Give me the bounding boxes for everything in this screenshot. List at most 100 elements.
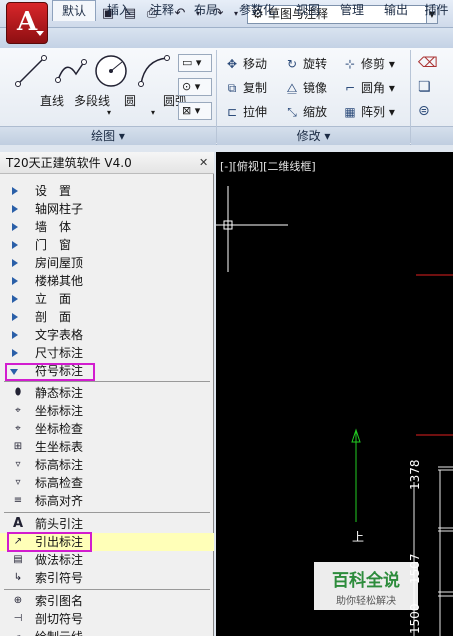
- copy-icon: ⧉: [227, 81, 237, 95]
- tab-manage[interactable]: 管理: [332, 0, 372, 20]
- arc-button[interactable]: 圆弧 ▾: [135, 52, 187, 124]
- tab-output[interactable]: 输出: [376, 0, 416, 20]
- tab-layout[interactable]: 布局: [186, 0, 226, 20]
- item-label: 标高对齐: [35, 494, 84, 508]
- ucs-y-label: 上: [352, 530, 365, 544]
- category-label: 文字表格: [35, 328, 84, 342]
- coordinate-table-icon: ⊞: [13, 441, 23, 452]
- item-label: 坐标检查: [35, 422, 84, 436]
- item-label: 箭头引注: [35, 517, 84, 531]
- item-elevation-align[interactable]: ≡ 标高对齐: [0, 492, 214, 510]
- item-coordinate-annotation[interactable]: ⌖ 坐标标注: [0, 402, 214, 420]
- category-label: 设 置: [35, 184, 72, 198]
- draw-panel-footer[interactable]: 绘图 ▾: [0, 126, 216, 145]
- category-label: 轴网柱子: [35, 202, 84, 216]
- tab-annotate[interactable]: 注释: [142, 0, 182, 20]
- viewport-controls[interactable]: [-][俯视][二维线框]: [220, 158, 316, 174]
- item-label: 标高检查: [35, 476, 84, 490]
- rotate-icon: ↻: [286, 57, 298, 71]
- modify-panel-footer[interactable]: 修改 ▾: [217, 126, 410, 145]
- item-arrow-leader[interactable]: A 箭头引注: [0, 515, 214, 533]
- region-icon: ⊠: [182, 104, 192, 117]
- item-elevation-check[interactable]: ▿ 标高检查: [0, 474, 214, 492]
- chevron-right-icon: [12, 295, 18, 303]
- fillet-icon: ⌐: [344, 81, 356, 95]
- tab-plugins[interactable]: 插件: [420, 0, 453, 20]
- item-section-symbol[interactable]: ⊣ 剖切符号: [0, 610, 214, 628]
- circle-button[interactable]: 圆 ▾: [92, 52, 136, 124]
- stretch-icon: ⊏: [226, 105, 238, 119]
- category-door-window[interactable]: 门 窗: [0, 236, 214, 254]
- erase-icon[interactable]: ⌫: [418, 55, 438, 71]
- coordinate-icon: ⌖: [15, 405, 21, 416]
- category-text-table[interactable]: 文字表格: [0, 326, 214, 344]
- index-drawing-icon: ⊕: [13, 595, 23, 606]
- array-label: 阵列: [361, 105, 386, 119]
- index-symbol-icon: ↳: [13, 572, 23, 583]
- stretch-button[interactable]: ⊏ 拉伸: [224, 101, 267, 123]
- section-symbol-icon: ⊣: [13, 613, 23, 624]
- category-room-roof[interactable]: 房间屋顶: [0, 254, 214, 272]
- region-button[interactable]: ⊠ ▾: [178, 102, 212, 120]
- move-button[interactable]: ✥ 移动: [224, 53, 267, 75]
- highlight-box: [7, 532, 92, 552]
- chevron-right-icon: [12, 223, 18, 231]
- category-label: 剖 面: [35, 310, 72, 324]
- divider: [4, 589, 210, 590]
- rotate-button[interactable]: ↻ 旋转: [284, 53, 327, 75]
- extra-panel-footer: [411, 126, 453, 145]
- item-static-annotation[interactable]: ⬮ 静态标注: [0, 384, 214, 402]
- array-icon: ▦: [344, 105, 356, 119]
- tab-insert[interactable]: 插入: [99, 0, 139, 20]
- category-label: 房间屋顶: [35, 256, 84, 270]
- rectangle-icon: ▭: [182, 56, 193, 69]
- tab-default[interactable]: 默认: [52, 0, 96, 21]
- item-label: 标高标注: [35, 458, 84, 472]
- category-stairs-other[interactable]: 楼梯其他: [0, 272, 214, 290]
- rectangle-button[interactable]: ▭ ▾: [178, 54, 212, 72]
- polyline-button[interactable]: 多段线: [50, 52, 110, 108]
- explode-icon[interactable]: ❏: [418, 79, 431, 95]
- item-draw-cloud[interactable]: ☁ 绘制云线: [0, 628, 214, 636]
- palette-title: T20天正建筑软件 V4.0: [0, 152, 214, 174]
- tab-view[interactable]: 视图: [288, 0, 328, 20]
- category-section[interactable]: 剖 面: [0, 308, 214, 326]
- move-icon: ✥: [226, 57, 238, 71]
- scale-label: 缩放: [303, 105, 328, 119]
- modify-panel-title: 修改: [296, 129, 321, 143]
- category-label: 墙 体: [35, 220, 72, 234]
- category-axis-column[interactable]: 轴网柱子: [0, 200, 214, 218]
- copy-button[interactable]: ⧉ 复制: [224, 77, 267, 99]
- arc-icon: [138, 55, 170, 87]
- array-button[interactable]: ▦ 阵列 ▾: [342, 101, 395, 123]
- category-settings[interactable]: 设 置: [0, 182, 214, 200]
- fillet-button[interactable]: ⌐ 圆角 ▾: [342, 77, 395, 99]
- item-coordinate-check[interactable]: ⌖ 坐标检查: [0, 420, 214, 438]
- category-wall[interactable]: 墙 体: [0, 218, 214, 236]
- category-dimension[interactable]: 尺寸标注: [0, 344, 214, 362]
- category-elevation[interactable]: 立 面: [0, 290, 214, 308]
- rotate-label: 旋转: [303, 57, 328, 71]
- stretch-label: 拉伸: [243, 105, 268, 119]
- item-method-annotation[interactable]: ▤ 做法标注: [0, 551, 214, 569]
- item-index-symbol[interactable]: ↳ 索引符号: [0, 569, 214, 587]
- close-icon[interactable]: ✕: [199, 156, 208, 169]
- item-index-drawing-name[interactable]: ⊕ 索引图名: [0, 592, 214, 610]
- divider: [4, 381, 210, 382]
- coordinate-check-icon: ⌖: [15, 423, 21, 434]
- line-button[interactable]: 直线: [12, 52, 64, 108]
- trim-icon: ⊹: [344, 57, 356, 71]
- tab-parametric[interactable]: 参数化: [230, 0, 284, 20]
- mirror-icon: ⧋: [286, 81, 298, 95]
- item-label: 生坐标表: [35, 440, 84, 454]
- chevron-right-icon: [12, 205, 18, 213]
- mirror-button[interactable]: ⧋ 镜像: [284, 77, 327, 99]
- application-menu-button[interactable]: A: [6, 2, 48, 44]
- item-elevation-annotation[interactable]: ▿ 标高标注: [0, 456, 214, 474]
- item-coordinate-table[interactable]: ⊞ 生坐标表: [0, 438, 214, 456]
- trim-button[interactable]: ⊹ 修剪 ▾: [342, 53, 395, 75]
- offset-icon[interactable]: ⊜: [418, 103, 430, 119]
- hatch-button[interactable]: ⊙ ▾: [178, 78, 212, 96]
- scale-button[interactable]: ⤡ 缩放: [284, 101, 327, 123]
- item-label: 剖切符号: [35, 612, 84, 626]
